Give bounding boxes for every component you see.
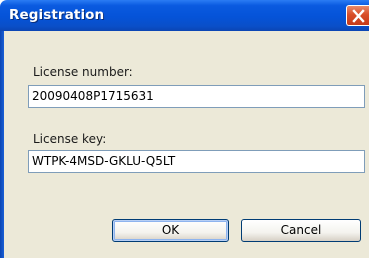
cancel-button[interactable]: Cancel xyxy=(241,219,361,242)
license-key-field[interactable]: WTPK-4MSD-GKLU-Q5LT xyxy=(28,150,365,173)
ok-button[interactable]: OK xyxy=(112,219,229,242)
close-button[interactable] xyxy=(346,5,369,26)
license-number-field[interactable]: 20090408P1715631 xyxy=(28,85,365,108)
license-number-label: License number: xyxy=(33,65,133,79)
title-bar[interactable]: Registration xyxy=(0,0,369,31)
dialog-body: License number: 20090408P1715631 License… xyxy=(4,31,369,258)
registration-dialog: Registration License number: 20090408P17… xyxy=(0,0,369,258)
window-title: Registration xyxy=(9,7,105,23)
license-key-label: License key: xyxy=(33,132,107,146)
